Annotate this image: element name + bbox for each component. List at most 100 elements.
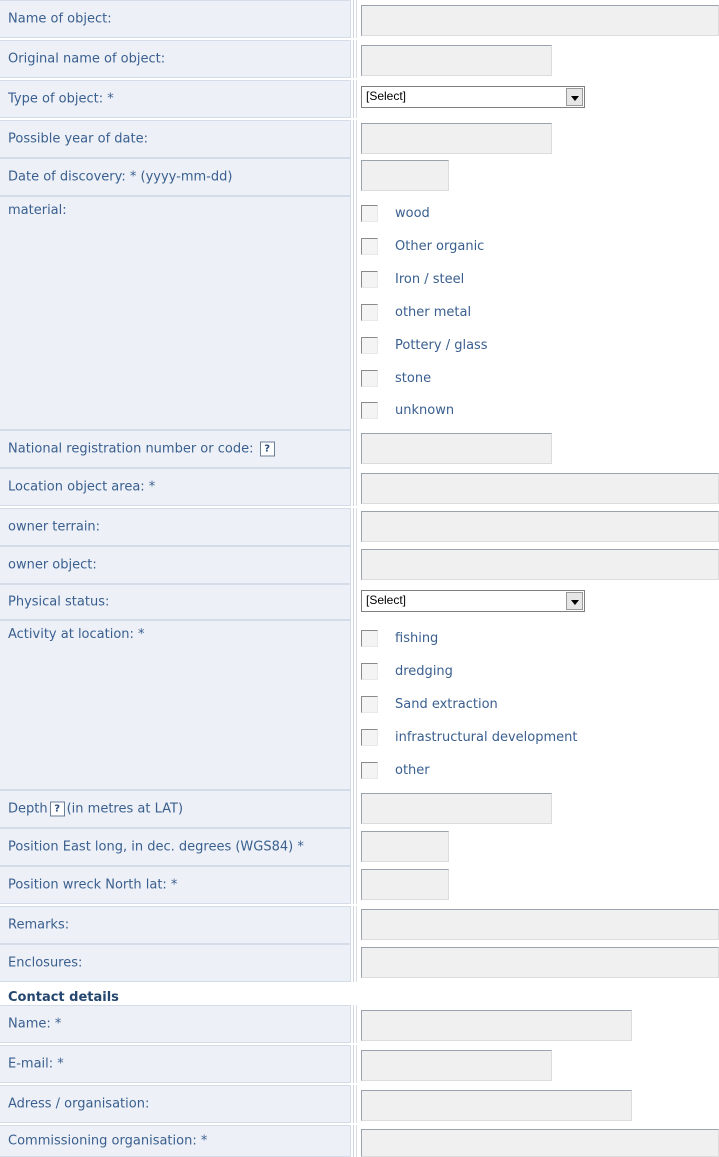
label-cell: Adress / organisation: [0, 1085, 351, 1123]
value-cell [353, 1085, 719, 1123]
type-of-object-select[interactable]: [Select] [361, 86, 585, 108]
depth-input[interactable] [361, 793, 552, 824]
original-name-input[interactable] [361, 45, 552, 76]
checkbox[interactable] [361, 630, 378, 647]
row-physical-status: Physical status: [Select] [0, 584, 719, 620]
chevron-down-icon[interactable] [566, 592, 583, 610]
contact-name-input[interactable] [361, 1010, 632, 1041]
checkbox[interactable] [361, 205, 378, 222]
value-cell [353, 828, 719, 866]
physical-status-label: Physical status: [8, 594, 110, 610]
owner-terrain-label: owner terrain: [8, 519, 101, 535]
value-cell: wood Other organic Iron / steel other me… [353, 196, 719, 430]
value-cell [353, 906, 719, 944]
value-cell [353, 158, 719, 196]
remarks-input[interactable] [361, 909, 719, 940]
enclosures-input[interactable] [361, 947, 719, 978]
label-cell: Remarks: [0, 906, 351, 944]
checkbox[interactable] [361, 304, 378, 321]
position-east-label: Position East long, in dec. degrees (WGS… [8, 839, 304, 855]
commissioning-input[interactable] [361, 1129, 719, 1157]
help-icon[interactable]: ? [259, 441, 275, 457]
contact-email-input[interactable] [361, 1050, 552, 1081]
label-cell: Depth? (in metres at LAT) [0, 790, 351, 828]
value-cell [353, 430, 719, 468]
checkbox[interactable] [361, 370, 378, 387]
type-of-object-select-value: [Select] [366, 89, 407, 103]
position-north-label: Position wreck North lat: * [8, 877, 178, 893]
checkbox-label: infrastructural development [395, 730, 578, 745]
value-cell [353, 866, 719, 904]
checkbox[interactable] [361, 271, 378, 288]
physical-status-select[interactable]: [Select] [361, 590, 585, 612]
label-cell: Position wreck North lat: * [0, 866, 351, 904]
checkbox[interactable] [361, 729, 378, 746]
checkbox-label: wood [395, 206, 430, 221]
remarks-label: Remarks: [8, 917, 70, 933]
value-cell [353, 508, 719, 546]
location-area-input[interactable] [361, 473, 719, 504]
row-depth: Depth? (in metres at LAT) [0, 790, 719, 828]
row-contact-email: E-mail: * [0, 1045, 719, 1083]
depth-label-group: Depth? (in metres at LAT) [8, 801, 183, 817]
value-cell: [Select] [353, 80, 719, 118]
contact-address-input[interactable] [361, 1090, 632, 1121]
row-position-east: Position East long, in dec. degrees (WGS… [0, 828, 719, 866]
row-activity: Activity at location: * fishing dredging… [0, 620, 719, 790]
checkbox-label: unknown [395, 403, 455, 418]
label-cell: Type of object: * [0, 80, 351, 118]
label-cell: Commissioning organisation: * [0, 1125, 351, 1157]
checkbox[interactable] [361, 762, 378, 779]
date-of-discovery-input[interactable] [361, 160, 449, 191]
label-cell: owner terrain: [0, 508, 351, 546]
label-cell: material: [0, 196, 351, 430]
possible-year-input[interactable] [361, 123, 552, 154]
checkbox[interactable] [361, 663, 378, 680]
help-icon[interactable]: ? [49, 801, 65, 817]
owner-terrain-input[interactable] [361, 511, 719, 542]
row-commissioning-organisation: Commissioning organisation: * [0, 1125, 719, 1157]
name-of-object-label: Name of object: [8, 11, 112, 27]
type-of-object-label: Type of object: * [8, 91, 114, 107]
owner-object-input[interactable] [361, 549, 719, 580]
row-enclosures: Enclosures: [0, 944, 719, 982]
registration-label-group: National registration number or code: ? [8, 441, 277, 457]
label-cell: National registration number or code: ? [0, 430, 351, 468]
label-cell: Possible year of date: [0, 120, 351, 158]
value-cell [353, 944, 719, 982]
contact-address-label: Adress / organisation: [8, 1096, 150, 1112]
checkbox[interactable] [361, 238, 378, 255]
contact-details-heading: Contact details [8, 990, 119, 1005]
commissioning-label: Commissioning organisation: * [8, 1133, 208, 1149]
row-registration: National registration number or code: ? [0, 430, 719, 468]
name-of-object-input[interactable] [361, 5, 719, 36]
checkbox-label: fishing [395, 631, 439, 646]
position-north-input[interactable] [361, 869, 449, 900]
row-location-area: Location object area: * [0, 468, 719, 506]
registration-input[interactable] [361, 433, 552, 464]
row-contact-name: Name: * [0, 1005, 719, 1043]
value-cell [353, 468, 719, 506]
value-cell [353, 1005, 719, 1043]
value-cell [353, 546, 719, 584]
original-name-label: Original name of object: [8, 51, 166, 67]
chevron-down-icon[interactable] [566, 88, 583, 106]
checkbox[interactable] [361, 337, 378, 354]
location-area-label: Location object area: * [8, 479, 156, 495]
checkbox[interactable] [361, 402, 378, 419]
checkbox-label: dredging [395, 664, 453, 679]
enclosures-label: Enclosures: [8, 955, 83, 971]
checkbox[interactable] [361, 696, 378, 713]
value-cell: fishing dredging Sand extraction infrast… [353, 620, 719, 790]
contact-name-label: Name: * [8, 1016, 62, 1032]
row-possible-year: Possible year of date: [0, 120, 719, 158]
label-cell: owner object: [0, 546, 351, 584]
physical-status-select-value: [Select] [366, 593, 407, 607]
possible-year-label: Possible year of date: [8, 131, 148, 147]
registration-label: National registration number or code: [8, 441, 254, 457]
depth-label: Depth [8, 801, 48, 817]
position-east-input[interactable] [361, 831, 449, 862]
value-cell [353, 120, 719, 158]
label-cell: Date of discovery: * (yyyy-mm-dd) [0, 158, 351, 196]
row-contact-address: Adress / organisation: [0, 1085, 719, 1123]
